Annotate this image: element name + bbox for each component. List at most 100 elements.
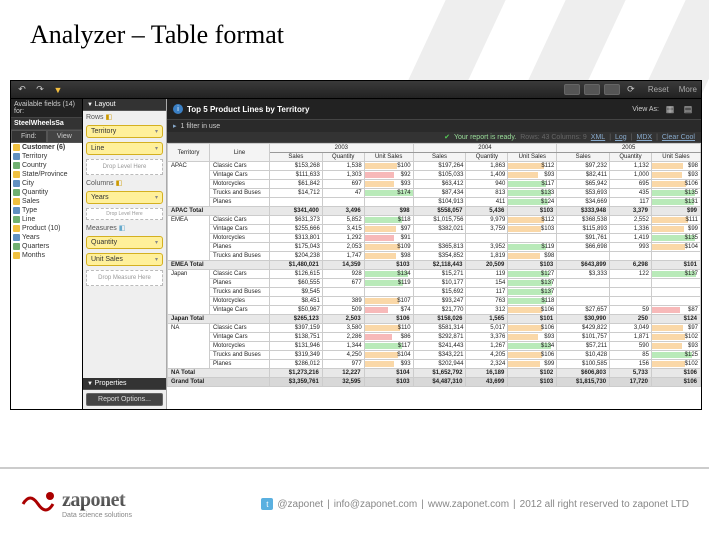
report-table-wrap[interactable]: TerritoryLine200320042005SalesQuantityUn… — [167, 143, 701, 409]
value-cell: 697 — [322, 180, 364, 189]
value-cell: $99 — [651, 225, 700, 234]
report-options-button[interactable]: Report Options... — [86, 393, 163, 406]
value-cell — [557, 279, 610, 288]
value-cell: $3,333 — [557, 270, 610, 279]
value-cell: $368,538 — [557, 216, 610, 225]
clear-cache[interactable]: Clear Cool — [662, 134, 695, 141]
export-log[interactable]: Log — [615, 134, 627, 141]
value-cell: 3,759 — [466, 225, 508, 234]
value-cell: $87 — [651, 306, 700, 315]
toolbar-btn-1[interactable] — [564, 84, 580, 95]
value-cell: $137 — [508, 288, 557, 297]
find-tab[interactable]: Find: — [11, 130, 47, 143]
toolbar-btn-3[interactable] — [604, 84, 620, 95]
value-cell — [557, 288, 610, 297]
fields-pane: Available fields (14) for: SteelWheelsSa… — [11, 99, 83, 409]
export-mdx[interactable]: MDX — [637, 134, 653, 141]
value-cell: $137 — [508, 279, 557, 288]
value-cell: $133 — [508, 189, 557, 198]
layout-header[interactable]: Layout — [83, 99, 166, 111]
tree-item[interactable]: Type — [11, 206, 82, 215]
value-cell: 1,871 — [610, 333, 652, 342]
tree-item-label: Product (10) — [22, 225, 61, 232]
view-table-icon[interactable]: ▦ — [663, 102, 677, 116]
value-cell: $111,633 — [270, 171, 323, 180]
value-cell: 117 — [466, 288, 508, 297]
value-cell — [651, 297, 700, 306]
value-cell: $313,801 — [270, 234, 323, 243]
more-link[interactable]: More — [679, 85, 697, 94]
value-cell: $134 — [508, 342, 557, 351]
tree-item[interactable]: Country — [11, 161, 82, 170]
line-cell: Motorcycles — [210, 297, 270, 306]
pill-years[interactable]: Years — [86, 191, 163, 204]
tree-item[interactable]: Customer (6) — [11, 143, 82, 152]
undo-icon[interactable]: ↶ — [15, 83, 29, 97]
drop-level-zone-2[interactable]: Drop Level Here — [86, 208, 163, 220]
view-tab[interactable]: View — [47, 130, 83, 143]
tree-item[interactable]: Line — [11, 215, 82, 224]
value-cell: $137 — [651, 270, 700, 279]
tree-item[interactable]: State/Province — [11, 170, 82, 179]
view-chart-icon[interactable]: ▤ — [681, 102, 695, 116]
value-cell: 1,303 — [322, 171, 364, 180]
value-cell: $27,657 — [557, 306, 610, 315]
region-cell: APAC — [168, 162, 210, 207]
value-cell: $63,412 — [413, 180, 466, 189]
value-cell: $112 — [508, 216, 557, 225]
value-cell: 9,979 — [466, 216, 508, 225]
drop-measure-zone[interactable]: Drop Measure Here — [86, 270, 163, 286]
field-icon — [13, 189, 20, 196]
value-cell: $50,967 — [270, 306, 323, 315]
value-cell: $382,021 — [413, 225, 466, 234]
value-cell: $319,349 — [270, 351, 323, 360]
pill-quantity[interactable]: Quantity — [86, 236, 163, 249]
value-cell: $82,411 — [557, 171, 610, 180]
filter-icon[interactable]: ▼ — [51, 83, 65, 97]
value-cell: $91,761 — [557, 234, 610, 243]
line-cell: Vintage Cars — [210, 171, 270, 180]
value-cell: $60,555 — [270, 279, 323, 288]
tree-item[interactable]: Quarters — [11, 242, 82, 251]
pill-unitsales[interactable]: Unit Sales — [86, 253, 163, 266]
value-cell: $15,692 — [413, 288, 466, 297]
reset-link[interactable]: Reset — [648, 85, 669, 94]
toolbar-btn-2[interactable] — [584, 84, 600, 95]
value-cell: $125 — [651, 351, 700, 360]
tree-item-label: Customer (6) — [22, 144, 65, 151]
filter-text[interactable]: 1 filter in use — [181, 123, 221, 130]
value-cell: 993 — [610, 243, 652, 252]
export-xml[interactable]: XML — [591, 134, 605, 141]
drop-level-zone[interactable]: Drop Level Here — [86, 159, 163, 175]
status-bar: ✔ Your report is ready. Rows: 43 Columns… — [167, 132, 701, 143]
properties-header[interactable]: Properties — [83, 378, 166, 390]
tree-item[interactable]: Sales — [11, 197, 82, 206]
region-cell: Japan — [168, 270, 210, 315]
expand-filter-icon[interactable]: ▸ — [173, 122, 177, 130]
tree-item-label: Months — [22, 252, 45, 259]
value-cell: $117 — [364, 342, 413, 351]
value-cell: 1,419 — [610, 234, 652, 243]
tree-item[interactable]: City — [11, 179, 82, 188]
value-cell: $112 — [508, 162, 557, 171]
refresh-icon[interactable]: ⟳ — [624, 83, 638, 97]
pill-line[interactable]: Line — [86, 142, 163, 155]
line-cell: Trucks and Buses — [210, 288, 270, 297]
value-cell: $126,615 — [270, 270, 323, 279]
value-cell: $106 — [508, 324, 557, 333]
value-cell: $135 — [651, 234, 700, 243]
value-cell: $135 — [651, 189, 700, 198]
tree-item[interactable]: Years — [11, 233, 82, 242]
value-cell: $204,238 — [270, 252, 323, 261]
redo-icon[interactable]: ↷ — [33, 83, 47, 97]
value-cell: 2,552 — [610, 216, 652, 225]
tree-item[interactable]: Product (10) — [11, 224, 82, 233]
pill-territory[interactable]: Territory — [86, 125, 163, 138]
value-cell: $21,770 — [413, 306, 466, 315]
tree-item[interactable]: Quantity — [11, 188, 82, 197]
value-cell: 590 — [610, 342, 652, 351]
tree-item[interactable]: Territory — [11, 152, 82, 161]
tree-item[interactable]: Months — [11, 251, 82, 260]
value-cell — [610, 279, 652, 288]
value-cell: $286,012 — [270, 360, 323, 369]
